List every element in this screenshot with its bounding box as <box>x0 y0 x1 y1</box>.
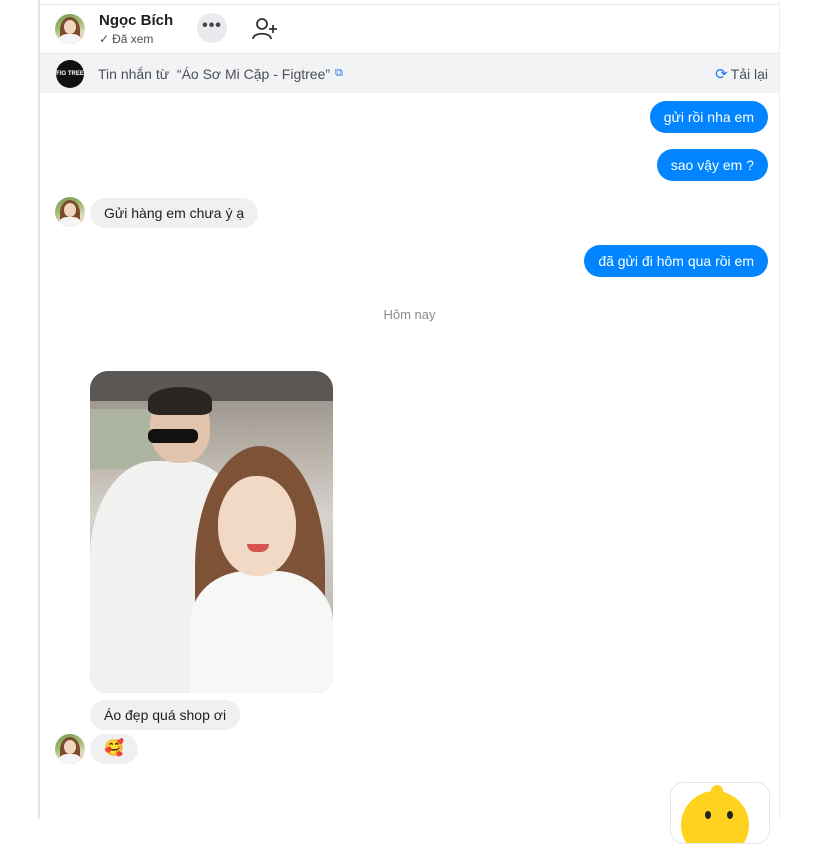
reload-button[interactable]: ⟳ Tải lại <box>715 65 768 83</box>
contact-name[interactable]: Ngọc Bích <box>99 12 173 29</box>
outgoing-message[interactable]: đã gửi đi hôm qua rồi em <box>584 245 768 277</box>
emoji-message[interactable]: 🥰 <box>90 734 138 764</box>
incoming-message[interactable]: Gửi hàng em chưa ý ạ <box>90 198 259 228</box>
shop-logo[interactable]: FIG TREE <box>56 60 84 88</box>
incoming-message[interactable]: Áo đẹp quá shop ơi <box>90 700 241 730</box>
right-divider <box>779 0 780 819</box>
banner-text: Tin nhắn từ “Áo Sơ Mi Cặp - Figtree” ⧉ <box>98 66 343 83</box>
contact-avatar[interactable] <box>55 14 85 44</box>
more-options-button[interactable]: ••• <box>197 13 227 43</box>
contact-avatar[interactable] <box>55 197 85 227</box>
outgoing-message[interactable]: gửi rồi nha em <box>649 101 768 133</box>
sticker-message[interactable] <box>670 782 770 844</box>
reload-icon: ⟳ <box>715 66 728 83</box>
seen-status-text: Đã xem <box>112 32 154 46</box>
chick-sticker <box>681 791 749 843</box>
banner-prefix: Tin nhắn từ <box>98 66 170 82</box>
contact-avatar[interactable] <box>55 734 85 764</box>
shop-name-link[interactable]: “Áo Sơ Mi Cặp - Figtree” <box>177 66 330 82</box>
external-link-icon[interactable]: ⧉ <box>335 67 343 79</box>
shop-banner: FIG TREE Tin nhắn từ “Áo Sơ Mi Cặp - Fig… <box>40 54 779 93</box>
add-friend-icon[interactable] <box>251 15 279 43</box>
outgoing-message[interactable]: sao vậy em ? <box>656 149 768 181</box>
check-icon: ✓ <box>99 32 110 46</box>
date-separator: Hôm nay <box>383 307 436 322</box>
reload-label: Tải lại <box>730 66 768 82</box>
left-divider <box>38 0 40 819</box>
photo-message[interactable] <box>90 371 333 693</box>
seen-status: ✓ Đã xem <box>99 32 153 46</box>
chat-header: Ngọc Bích ✓ Đã xem ••• <box>40 4 779 54</box>
